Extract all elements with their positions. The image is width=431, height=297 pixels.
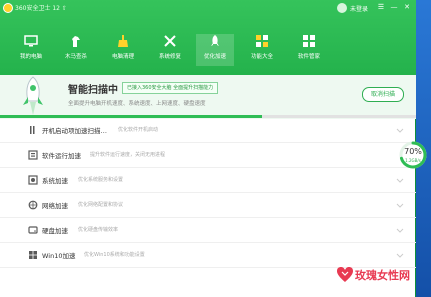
item-desc: 优化软件开机启动 <box>118 127 159 133</box>
avatar-icon[interactable] <box>337 3 347 13</box>
title-bar: 360安全卫士 12 ⇧ 未登录 ☰ — ✕ <box>0 0 416 16</box>
tools-icon <box>164 35 176 47</box>
nav-item-trojan-scan[interactable]: 木马查杀 <box>57 34 95 66</box>
nav-label: 电脑清理 <box>111 54 134 60</box>
list-item-network[interactable]: 网络加速 优化网络配置和协议 <box>0 193 416 218</box>
nav-item-system-repair[interactable]: 系统修复 <box>151 34 189 66</box>
nav-label: 我的电脑 <box>19 54 42 60</box>
chevron-down-icon[interactable] <box>396 251 404 259</box>
item-title: Win10加速 <box>42 252 76 260</box>
nav-label: 软件管家 <box>297 54 320 60</box>
main-nav: 我的电脑 木马查杀 电脑清理 系统修复 优化加速 功能大全 软件管家 <box>0 34 416 66</box>
item-desc: 优化系统服务和设置 <box>78 177 124 183</box>
monitor-icon <box>24 35 38 47</box>
item-title: 系统加速 <box>42 177 68 185</box>
software-icon <box>28 150 38 160</box>
chevron-down-icon[interactable] <box>396 126 404 134</box>
gauge-value: 70% <box>404 147 422 156</box>
item-desc: 优化硬盘传输效率 <box>78 227 119 233</box>
scan-panel: 智能扫描中 已接入360安全大脑 全面提升扫描能力 全面提升电脑开机速度、系统速… <box>0 75 416 119</box>
horse-icon <box>72 36 80 47</box>
item-desc: 优化网络配置和协议 <box>78 202 124 208</box>
rocket-icon <box>211 35 219 46</box>
nav-item-cleanup[interactable]: 电脑清理 <box>104 34 142 66</box>
network-icon <box>28 200 38 210</box>
list-item-software[interactable]: 软件运行加速 提升软件运行速度，关闭无用进程 <box>0 143 416 168</box>
startup-icon <box>30 126 35 134</box>
login-link[interactable]: 未登录 <box>350 4 368 13</box>
app-logo-icon <box>3 3 13 13</box>
win10-icon <box>29 251 37 259</box>
nav-item-features[interactable]: 功能大全 <box>243 34 281 66</box>
security-brain-badge: 已接入360安全大脑 全面提升扫描能力 <box>122 82 219 94</box>
header: 360安全卫士 12 ⇧ 未登录 ☰ — ✕ 我的电脑 木马查杀 电脑清理 系统… <box>0 0 416 75</box>
nav-item-speedup[interactable]: 优化加速 <box>196 34 234 66</box>
item-title: 软件运行加速 <box>42 152 81 160</box>
broom-icon <box>118 35 128 47</box>
item-title: 网络加速 <box>42 202 68 210</box>
minimize-icon[interactable]: — <box>389 2 399 13</box>
chevron-down-icon[interactable] <box>396 226 404 234</box>
store-icon <box>303 35 315 47</box>
item-title: 开机启动项加速扫描… <box>42 127 107 135</box>
app-title: 360安全卫士 12 ⇧ <box>15 5 67 12</box>
app-window: 360安全卫士 12 ⇧ 未登录 ☰ — ✕ 我的电脑 木马查杀 电脑清理 系统… <box>0 0 427 297</box>
system-icon <box>28 175 38 185</box>
item-desc: 提升软件运行速度，关闭无用进程 <box>90 152 166 158</box>
menu-icon[interactable]: ☰ <box>376 2 386 13</box>
chevron-down-icon[interactable] <box>396 176 404 184</box>
nav-item-my-computer[interactable]: 我的电脑 <box>12 34 50 66</box>
watermark-text: 玫瑰女性网 <box>355 269 410 282</box>
close-icon[interactable]: ✕ <box>402 2 412 13</box>
chevron-down-icon[interactable] <box>396 201 404 209</box>
watermark-heart-icon <box>337 267 353 282</box>
list-item-disk[interactable]: 硬盘加速 优化硬盘传输效率 <box>0 218 416 243</box>
item-desc: 优化Win10系统和功能设置 <box>84 252 145 258</box>
nav-label: 系统修复 <box>158 54 181 60</box>
list-item-win10[interactable]: Win10加速 优化Win10系统和功能设置 <box>0 243 416 268</box>
nav-item-software-manager[interactable]: 软件管家 <box>290 34 328 66</box>
gauge-sublabel: 1.2GB/s <box>405 158 421 163</box>
nav-label: 优化加速 <box>203 54 226 60</box>
speedup-list: 开机启动项加速扫描… 优化软件开机启动 软件运行加速 提升软件运行速度，关闭无用… <box>0 118 416 268</box>
item-title: 硬盘加速 <box>42 227 68 235</box>
grid-icon <box>256 35 268 47</box>
nav-label: 木马查杀 <box>64 54 87 60</box>
list-item-system[interactable]: 系统加速 优化系统服务和设置 <box>0 168 416 193</box>
nav-label: 功能大全 <box>250 54 273 60</box>
rocket-illustration-icon <box>23 76 43 115</box>
scan-title: 智能扫描中 <box>68 85 118 96</box>
scan-subtitle: 全面提升电脑开机速度、系统速度、上网速度、硬盘速度 <box>68 101 206 107</box>
cancel-scan-button[interactable]: 取消扫描 <box>362 87 404 102</box>
list-item-startup[interactable]: 开机启动项加速扫描… 优化软件开机启动 <box>0 118 416 143</box>
disk-icon <box>28 226 38 234</box>
